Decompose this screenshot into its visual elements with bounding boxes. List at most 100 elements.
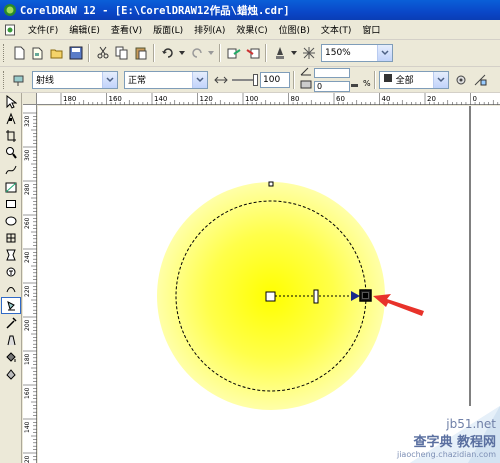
- rectangle-tool-icon[interactable]: [1, 195, 21, 212]
- midpoint-slider[interactable]: [232, 73, 258, 86]
- copy-fill-icon[interactable]: [472, 71, 489, 89]
- ruler-tick-label: 180: [24, 353, 31, 365]
- menu-window[interactable]: 窗口: [362, 23, 380, 36]
- gear-icon[interactable]: [453, 71, 470, 89]
- menu-edit[interactable]: 编辑(E): [69, 23, 100, 36]
- ruler-tick-label: 220: [24, 285, 31, 297]
- drawing-canvas[interactable]: jb51.net 查字典 教程网 jiaocheng.chazidian.com: [38, 106, 500, 463]
- angle-icon: [300, 67, 312, 79]
- text-tool-icon[interactable]: [1, 263, 21, 280]
- edge-pad-input[interactable]: 0: [314, 80, 350, 92]
- menu-bar: 文件(F) 编辑(E) 查看(V) 版面(L) 排列(A) 效果(C) 位图(B…: [0, 20, 500, 40]
- menu-bitmaps[interactable]: 位图(B): [279, 23, 310, 36]
- copy-icon[interactable]: [113, 44, 130, 62]
- fill-midpoint-slider[interactable]: [313, 289, 319, 304]
- save-icon[interactable]: [67, 44, 84, 62]
- toolbar-separator: [219, 44, 221, 62]
- menu-file[interactable]: 文件(F): [28, 23, 58, 36]
- toolbar-grip[interactable]: [3, 70, 7, 89]
- polygon-tool-icon[interactable]: [1, 229, 21, 246]
- paste-icon[interactable]: [132, 44, 149, 62]
- ruler-tick-label: 200: [24, 319, 31, 331]
- fill-start-color-handle[interactable]: [265, 291, 276, 302]
- toolbar-grip[interactable]: [3, 44, 7, 62]
- ruler-tick-label: 160: [24, 387, 31, 399]
- interactive-fill-icon: [10, 71, 27, 89]
- ruler-tick-label: 20: [427, 95, 436, 103]
- undo-icon[interactable]: [159, 44, 176, 62]
- edge-pad-slider[interactable]: [351, 71, 363, 89]
- open-icon[interactable]: [48, 44, 65, 62]
- ruler-tick-label: 260: [24, 217, 31, 229]
- undo-dropdown-icon[interactable]: [178, 44, 186, 62]
- new-from-template-icon[interactable]: [29, 44, 46, 62]
- coreldraw-app-icon[interactable]: [3, 3, 17, 17]
- application-launcher-icon[interactable]: [271, 44, 288, 62]
- watermark: jb51.net 查字典 教程网 jiaocheng.chazidian.com: [397, 417, 496, 459]
- ruler-tick-label: 40: [382, 95, 391, 103]
- launcher-dropdown-icon[interactable]: [290, 44, 298, 62]
- ruler-tick-label: 60: [336, 95, 345, 103]
- shape-tool-icon[interactable]: [1, 110, 21, 127]
- ruler-tick-label: 100: [245, 95, 258, 103]
- standard-toolbar: 150%: [0, 40, 500, 67]
- apply-to-value: 全部: [395, 76, 414, 86]
- cut-icon[interactable]: [94, 44, 111, 62]
- zoom-level-value: 150%: [325, 48, 351, 58]
- new-file-icon[interactable]: [10, 44, 27, 62]
- outline-tool-icon[interactable]: [1, 331, 21, 348]
- chevron-down-icon[interactable]: [192, 71, 207, 88]
- fill-tool-icon[interactable]: [1, 348, 21, 365]
- document-icon[interactable]: [2, 22, 18, 38]
- fill-type-select[interactable]: 射线: [32, 70, 118, 89]
- midpoint-input[interactable]: 100: [260, 71, 290, 88]
- pick-tool-icon[interactable]: [1, 93, 21, 110]
- ruler-tick-label: 300: [24, 149, 31, 161]
- redo-icon[interactable]: [188, 44, 205, 62]
- menu-view[interactable]: 查看(V): [111, 23, 142, 36]
- vertical-ruler[interactable]: 320 300 280 260 240 220 200 180 160 140 120: [23, 105, 37, 463]
- horizontal-ruler[interactable]: 180 160 140 120 100 80 60 40 20 0: [37, 93, 500, 105]
- zoom-level-select[interactable]: 150%: [321, 44, 393, 62]
- interactive-blend-tool-icon[interactable]: [1, 280, 21, 297]
- edge-pad-icon: [300, 80, 312, 92]
- ellipse-tool-icon[interactable]: [1, 212, 21, 229]
- chevron-down-icon[interactable]: [377, 45, 392, 61]
- midpoint-icon: [212, 71, 229, 89]
- interactive-mesh-fill-icon[interactable]: [1, 365, 21, 382]
- watermark-line3: jiaocheng.chazidian.com: [396, 450, 496, 459]
- ruler-origin-corner[interactable]: [23, 93, 37, 105]
- smart-fill-tool-icon[interactable]: [1, 178, 21, 195]
- import-icon[interactable]: [225, 44, 242, 62]
- menu-text[interactable]: 文本(T): [321, 23, 352, 36]
- blend-mode-value: 正常: [128, 76, 147, 86]
- corel-online-icon[interactable]: [300, 44, 317, 62]
- ruler-tick-label: 140: [24, 421, 31, 433]
- ruler-tick-label: 320: [24, 115, 31, 127]
- export-icon[interactable]: [244, 44, 261, 62]
- menu-arrange[interactable]: 排列(A): [194, 23, 225, 36]
- chevron-down-icon[interactable]: [432, 71, 448, 88]
- crop-tool-icon[interactable]: [1, 127, 21, 144]
- apply-to-select[interactable]: 全部: [378, 70, 449, 89]
- basic-shapes-tool-icon[interactable]: [1, 246, 21, 263]
- chevron-down-icon[interactable]: [102, 71, 117, 88]
- toolbar-separator: [153, 44, 155, 62]
- ruler-tick-label: 80: [291, 95, 300, 103]
- zoom-tool-icon[interactable]: [1, 144, 21, 161]
- toolbar-separator: [265, 44, 267, 62]
- menu-effects[interactable]: 效果(C): [236, 23, 267, 36]
- toolbar-separator: [293, 70, 295, 89]
- redo-dropdown-icon[interactable]: [207, 44, 215, 62]
- blend-mode-select[interactable]: 正常: [124, 70, 208, 89]
- freehand-tool-icon[interactable]: [1, 161, 21, 178]
- ruler-tick-label: 140: [154, 95, 167, 103]
- menu-layout[interactable]: 版面(L): [153, 23, 183, 36]
- interactive-fill-tool-icon[interactable]: [1, 297, 21, 314]
- ruler-tick-label: 120: [24, 455, 31, 463]
- angle-input[interactable]: [314, 68, 350, 78]
- property-bar: 射线 正常 100 0 % 全部: [0, 67, 500, 93]
- selection-handle-top[interactable]: [268, 181, 274, 187]
- window-title: CorelDRAW 12 - [E:\CorelDRAW12作品\蜡烛.cdr]: [20, 4, 290, 17]
- eyedropper-tool-icon[interactable]: [1, 314, 21, 331]
